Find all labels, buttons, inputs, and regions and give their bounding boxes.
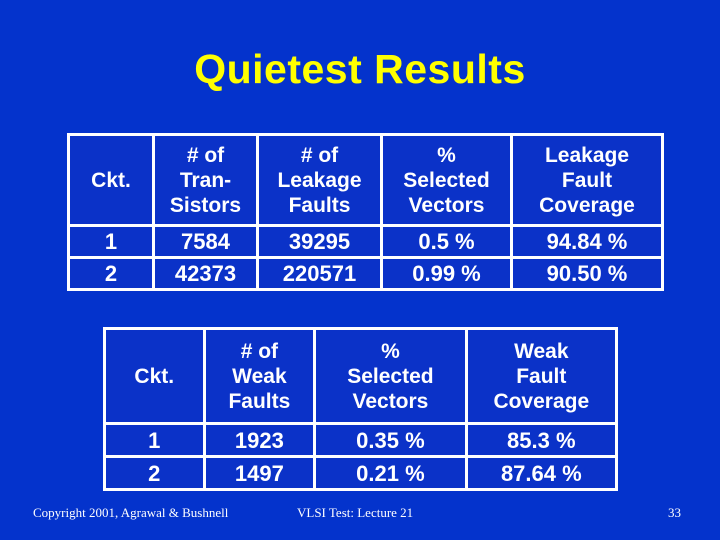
header-line: Selected [403,168,490,192]
column-header-selected-vectors: % Selected Vectors [383,136,510,224]
header-line: Tran- [179,168,232,192]
header-line: Faults [228,389,291,413]
footer-copyright: Copyright 2001, Agrawal & Bushnell [33,505,229,520]
leakage-results-table: Ckt. # of Tran- Sistors # of Leakage Faults … [67,133,664,291]
header-line: Vectors [408,193,485,217]
header-line: Leakage [544,143,630,167]
slide-canvas: Quietest Results Ckt. # of Tran- Sistors #… [0,0,720,540]
footer-page-number: 33 [668,505,681,520]
cell-selected-vectors: 0.5 % [383,227,510,256]
cell-ckt: 1 [106,425,203,455]
header-line: % [381,339,400,363]
cell-leakage-fault-coverage: 90.50 % [513,259,661,288]
cell-leakage-faults: 39295 [259,227,380,256]
header-line: Faults [288,193,351,217]
table-row: 2 42373 220571 0.99 % 90.50 % [70,259,661,288]
table-header-row: Ckt. # of Tran- Sistors # of Leakage Faults … [70,136,661,224]
footer-lecture-title: VLSI Test: Lecture 21 [297,505,414,520]
column-header-transistors: # of Tran- Sistors [155,136,256,224]
column-header-leakage-fault-coverage: Leakage Fault Coverage [513,136,661,224]
header-line: Coverage [539,193,635,217]
cell-transistors: 7584 [155,227,256,256]
header-line: Ckt. [134,364,175,388]
cell-weak-fault-coverage: 85.3 % [467,425,615,455]
cell-selected-vectors: 0.35 % [316,425,465,455]
header-line: % [437,143,456,167]
header-line: Weak [514,339,569,363]
table-row: 1 7584 39295 0.5 % 94.84 % [70,227,661,256]
table-row: 2 1497 0.21 % 87.64 % [106,458,615,488]
cell-weak-faults: 1497 [205,458,314,488]
cell-selected-vectors: 0.21 % [316,458,465,488]
column-header-weak-fault-coverage: Weak Fault Coverage [467,330,615,422]
column-header-selected-vectors: % Selected Vectors [316,330,465,422]
column-header-ckt: Ckt. [106,330,203,422]
header-line: Coverage [493,389,590,413]
table-header-row: Ckt. # of Weak Faults % Selected Vectors Wea… [106,330,615,422]
slide-footer: Copyright 2001, Agrawal & Bushnell VLSI … [0,505,720,529]
header-line: Selected [347,364,434,388]
cell-weak-fault-coverage: 87.64 % [467,458,615,488]
header-line: # of [186,143,225,167]
table-row: 1 1923 0.35 % 85.3 % [106,425,615,455]
cell-selected-vectors: 0.99 % [383,259,510,288]
header-line: Fault [561,168,613,192]
header-line: Fault [516,364,567,388]
column-header-leakage-faults: # of Leakage Faults [259,136,380,224]
cell-ckt: 1 [70,227,152,256]
header-line: Vectors [352,389,429,413]
cell-ckt: 2 [70,259,152,288]
header-line: Weak [232,364,287,388]
header-line: # of [240,339,279,363]
header-line: # of [300,143,339,167]
cell-transistors: 42373 [155,259,256,288]
cell-leakage-faults: 220571 [259,259,380,288]
header-line: Sistors [169,193,242,217]
cell-ckt: 2 [106,458,203,488]
cell-leakage-fault-coverage: 94.84 % [513,227,661,256]
weak-results-table: Ckt. # of Weak Faults % Selected Vectors Wea… [103,327,618,491]
column-header-weak-faults: # of Weak Faults [205,330,314,422]
column-header-ckt: Ckt. [70,136,152,224]
cell-weak-faults: 1923 [205,425,314,455]
header-line: Ckt. [91,168,131,192]
page-title: Quietest Results [194,46,526,92]
header-line: Leakage [277,168,362,192]
